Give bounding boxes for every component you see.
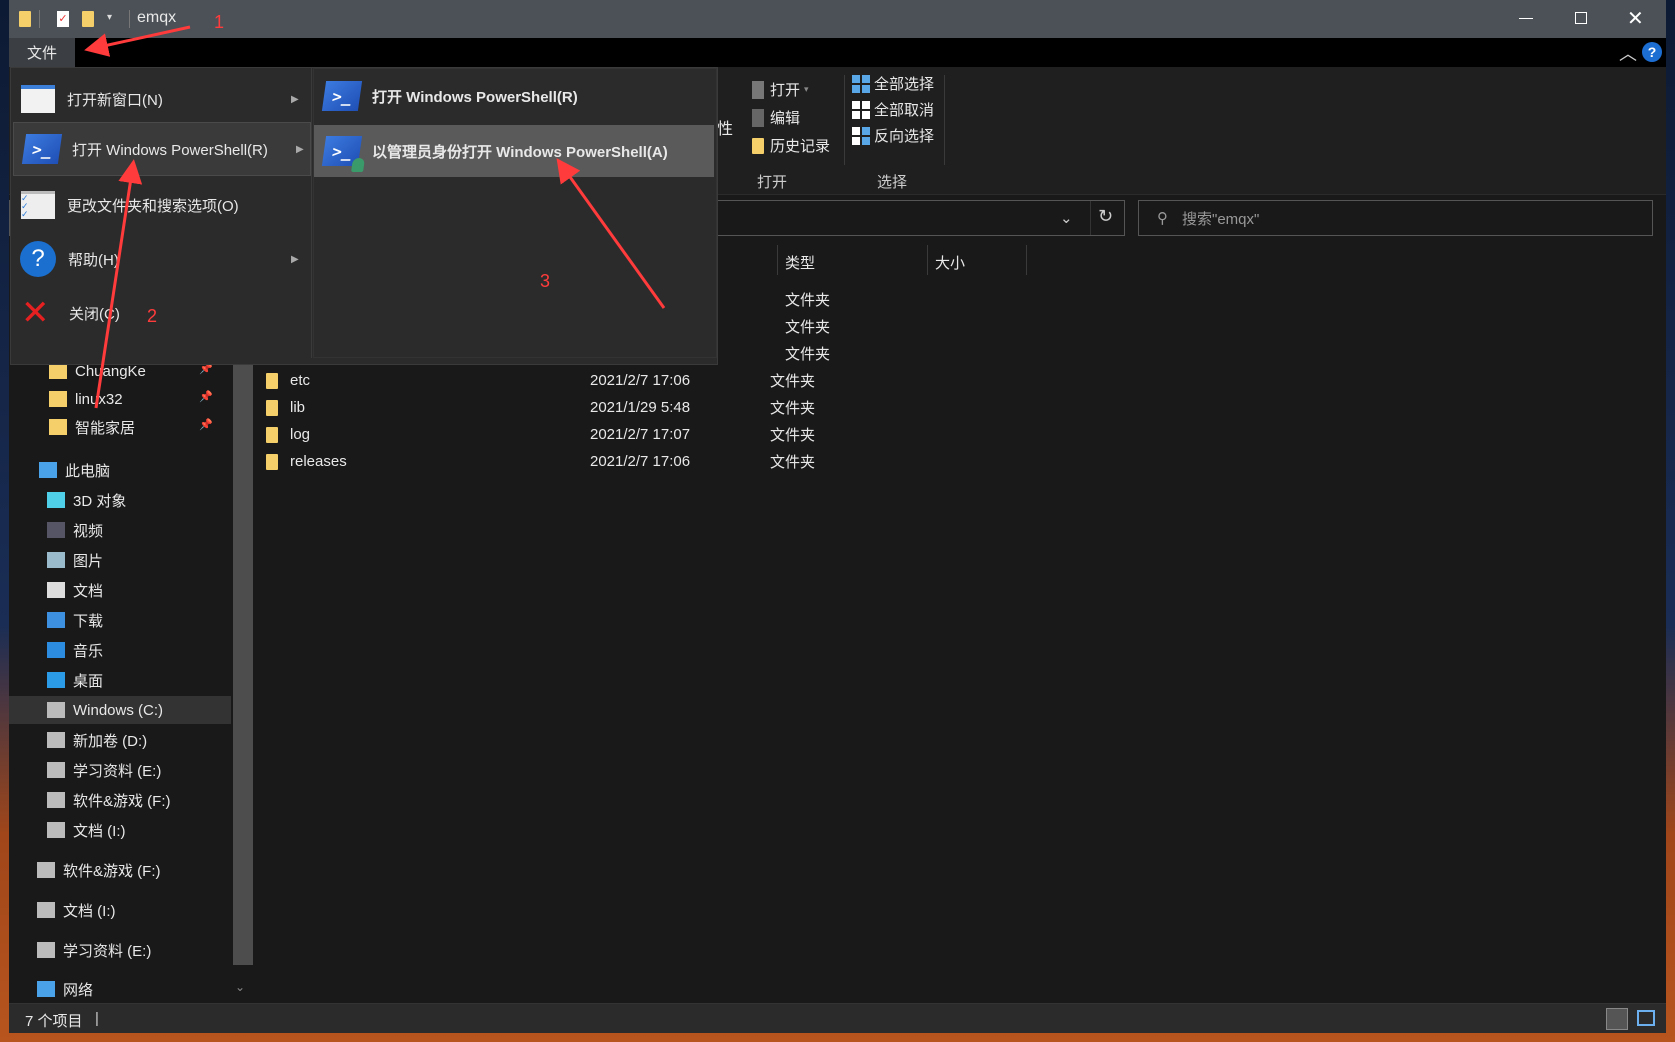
annotation-layer: 1 2 3: [84, 12, 666, 409]
annotation-arrow-3: [556, 158, 666, 309]
annotation-number-3: 3: [540, 271, 550, 291]
annotation-arrow-1: [84, 25, 191, 57]
annotation-number-1: 1: [214, 12, 224, 32]
annotation-arrow-2: [94, 159, 143, 409]
annotation-number-2: 2: [147, 306, 157, 326]
